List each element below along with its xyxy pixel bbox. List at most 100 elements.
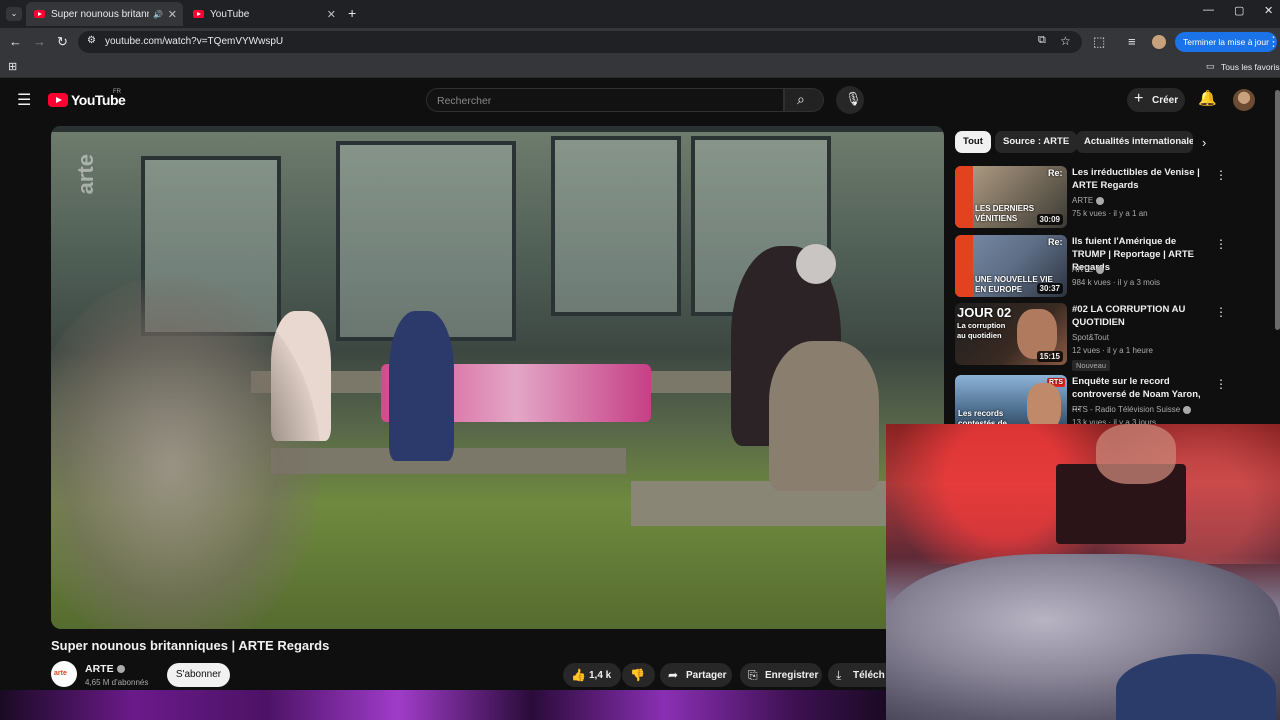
save-button[interactable]: ⎘ Enregistrer	[740, 663, 822, 687]
video-player[interactable]: arte	[51, 126, 944, 629]
create-label: Créer	[1152, 95, 1179, 106]
video-thumbnail[interactable]: Re: UNE NOUVELLE VIE EN EUROPE 30:37	[955, 235, 1067, 297]
roof-beam	[51, 126, 944, 132]
save-label: Enregistrer	[765, 670, 819, 681]
subscriber-count: 4,65 M d'abonnés	[85, 678, 149, 687]
background-app-strip	[0, 690, 886, 720]
more-options-icon[interactable]: ⋮	[1215, 168, 1227, 182]
channel-name[interactable]: ARTE	[85, 663, 125, 675]
region-code: FR	[113, 89, 121, 95]
recommendation-item[interactable]: Re: LES DERNIERS VÉNITIENS 30:09 Les irr…	[955, 166, 1270, 228]
install-app-icon[interactable]: ⧉	[1038, 34, 1046, 47]
new-tab-button[interactable]: +	[348, 5, 356, 21]
youtube-favicon-icon	[34, 10, 45, 18]
rec-channel[interactable]: RTS - Radio Télévision Suisse	[1072, 405, 1192, 414]
voice-search-button[interactable]: 🎙	[836, 86, 864, 114]
verified-icon	[1096, 196, 1105, 205]
youtube-logo[interactable]: YouTube FR	[48, 89, 126, 108]
share-icon: ➦	[668, 668, 679, 682]
tab-label: Super nounous britanniques	[51, 8, 149, 20]
more-options-icon[interactable]: ⋮	[1215, 237, 1227, 251]
share-button[interactable]: ➦ Partager	[660, 663, 732, 687]
rec-channel[interactable]: Spot&Tout	[1072, 333, 1109, 342]
page-scrollbar[interactable]	[1275, 90, 1280, 330]
update-button[interactable]: Terminer la mise à jour	[1175, 32, 1277, 52]
thumbs-down-icon: 👎	[630, 668, 645, 682]
plus-icon: +	[1134, 90, 1144, 107]
cat-statue	[769, 341, 879, 491]
thumb-tag: Re:	[1048, 168, 1063, 178]
rec-channel[interactable]: ARTE	[1072, 196, 1105, 205]
user-avatar[interactable]	[1233, 89, 1255, 111]
site-info-icon[interactable]: ⚙	[87, 35, 96, 46]
close-tab-icon[interactable]: ✕	[168, 8, 177, 21]
search-input[interactable]: Rechercher	[426, 88, 784, 112]
close-tab-icon[interactable]: ✕	[327, 8, 336, 21]
maximize-button[interactable]: ▢	[1234, 4, 1244, 17]
url-text[interactable]: youtube.com/watch?v=TQemVYWwspU	[105, 36, 283, 47]
chip-source-arte[interactable]: Source : ARTE	[995, 131, 1078, 153]
recommendation-item[interactable]: Re: UNE NOUVELLE VIE EN EUROPE 30:37 Ils…	[955, 235, 1270, 297]
audio-icon[interactable]: 🔊	[153, 10, 163, 19]
chip-tout[interactable]: Tout	[955, 131, 991, 153]
chip-actualites[interactable]: Actualités internationale	[1076, 131, 1193, 153]
bookmark-icon: ⎘	[748, 668, 758, 682]
rec-meta: 984 k vues · il y a 3 mois	[1072, 278, 1161, 287]
search-button[interactable]: ⌕	[784, 88, 824, 112]
verified-icon	[1183, 405, 1192, 414]
channel-logo-text: arte	[54, 670, 67, 677]
chevron-right-icon[interactable]: ›	[1202, 135, 1206, 150]
recommendation-item[interactable]: JOUR 02 La corruption au quotidien 15:15…	[955, 303, 1270, 371]
video-thumbnail[interactable]: Re: LES DERNIERS VÉNITIENS 30:09	[955, 166, 1067, 228]
thumb-tag: Re:	[1048, 237, 1063, 247]
close-window-button[interactable]: ✕	[1264, 4, 1273, 17]
thumbs-up-icon: 👍	[571, 668, 586, 682]
minimize-button[interactable]: —	[1203, 4, 1214, 16]
create-button[interactable]: + Créer	[1127, 88, 1185, 112]
thumb-caption: JOUR 02	[957, 305, 1012, 320]
tab-search-icon[interactable]: ⌄	[6, 7, 22, 21]
rec-title[interactable]: #02 LA CORRUPTION AU QUOTIDIEN	[1072, 303, 1207, 329]
channel-avatar[interactable]: arte	[51, 661, 77, 687]
reload-icon[interactable]: ↻	[57, 34, 68, 50]
forward-arrow-icon[interactable]: →	[33, 34, 46, 50]
bookmark-star-icon[interactable]: ☆	[1060, 34, 1071, 48]
tab-super-nounous[interactable]: Super nounous britanniques 🔊 ✕	[26, 2, 183, 26]
all-bookmarks-label[interactable]: Tous les favoris	[1221, 62, 1280, 72]
video-thumbnail[interactable]: JOUR 02 La corruption au quotidien 15:15	[955, 303, 1067, 365]
download-button[interactable]: ⤓ Téléch	[828, 663, 886, 687]
more-options-icon[interactable]: ⋮	[1215, 377, 1227, 391]
rec-channel-name: ARTE	[1072, 265, 1094, 274]
browser-toolbar: ← → ↻ ⚙ youtube.com/watch?v=TQemVYWwspU …	[0, 28, 1280, 56]
rec-channel[interactable]: ARTE	[1072, 265, 1105, 274]
search-icon: ⌕	[797, 91, 805, 107]
browser-tab-strip: ⌄ Super nounous britanniques 🔊 ✕ YouTube…	[0, 0, 1280, 28]
subscribe-button[interactable]: S'abonner	[167, 663, 230, 687]
window-pane	[551, 136, 681, 316]
blue-fabric	[1116, 654, 1276, 720]
rec-title[interactable]: Les irréductibles de Venise | ARTE Regar…	[1072, 166, 1207, 192]
duration-badge: 30:37	[1036, 283, 1063, 294]
notifications-bell-icon[interactable]: 🔔	[1198, 89, 1217, 107]
thumb-caption: LES DERNIERS VÉNITIENS	[975, 204, 1035, 223]
more-options-icon[interactable]: ⋮	[1215, 305, 1227, 319]
menu-dots-icon[interactable]: ⋮	[1267, 34, 1280, 50]
profile-avatar[interactable]	[1152, 35, 1166, 49]
tab-youtube[interactable]: YouTube ✕	[185, 2, 342, 26]
thumb-subcaption: La corruption au quotidien	[957, 321, 1006, 340]
microphone-icon: 🎙	[845, 91, 862, 106]
hamburger-menu-icon[interactable]: ☰	[17, 90, 31, 110]
rec-meta: 75 k vues · il y a 1 an	[1072, 209, 1148, 218]
youtube-favicon-icon	[193, 10, 204, 18]
verified-icon	[116, 665, 125, 674]
reading-list-icon[interactable]: ≡	[1128, 34, 1136, 50]
apps-grid-icon[interactable]: ⊞	[8, 60, 17, 73]
back-arrow-icon[interactable]: ←	[9, 34, 22, 50]
extensions-icon[interactable]: ⬚	[1093, 34, 1105, 50]
like-count: 1,4 k	[589, 670, 612, 681]
address-bar[interactable]: ⚙ youtube.com/watch?v=TQemVYWwspU ⧉ ☆	[78, 31, 1082, 53]
dislike-button[interactable]: 👎	[622, 663, 655, 687]
like-button[interactable]: 👍 1,4 k	[563, 663, 621, 687]
arte-watermark: arte	[73, 154, 98, 195]
duration-badge: 15:15	[1036, 351, 1063, 362]
